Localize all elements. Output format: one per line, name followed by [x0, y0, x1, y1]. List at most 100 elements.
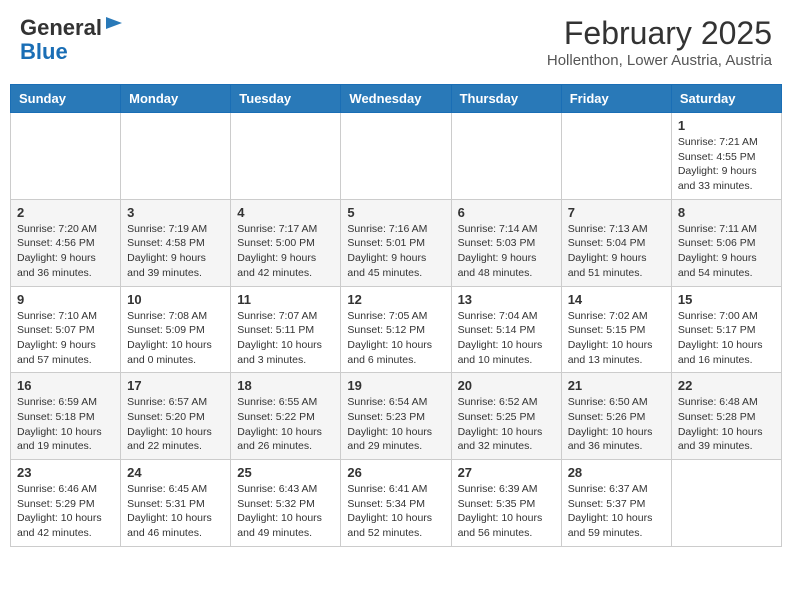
day-number: 19: [347, 378, 444, 393]
calendar-cell: 21 Sunrise: 6:50 AM Sunset: 5:26 PM Dayli…: [561, 373, 671, 460]
day-info: Sunrise: 6:39 AM Sunset: 5:35 PM Dayligh…: [458, 482, 555, 541]
calendar-cell: 1 Sunrise: 7:21 AM Sunset: 4:55 PM Daylig…: [671, 113, 781, 200]
day-number: 17: [127, 378, 224, 393]
day-info: Sunrise: 6:41 AM Sunset: 5:34 PM Dayligh…: [347, 482, 444, 541]
weekday-header-friday: Friday: [561, 85, 671, 113]
day-number: 14: [568, 292, 665, 307]
day-info: Sunrise: 6:54 AM Sunset: 5:23 PM Dayligh…: [347, 395, 444, 454]
logo-blue: Blue: [20, 39, 68, 64]
calendar-week-row: 1 Sunrise: 7:21 AM Sunset: 4:55 PM Daylig…: [11, 113, 782, 200]
calendar-week-row: 9 Sunrise: 7:10 AM Sunset: 5:07 PM Daylig…: [11, 286, 782, 373]
day-info: Sunrise: 6:59 AM Sunset: 5:18 PM Dayligh…: [17, 395, 114, 454]
calendar-cell: 19 Sunrise: 6:54 AM Sunset: 5:23 PM Dayli…: [341, 373, 451, 460]
calendar-cell: [451, 113, 561, 200]
day-number: 2: [17, 205, 114, 220]
day-number: 1: [678, 118, 775, 133]
calendar-cell: 4 Sunrise: 7:17 AM Sunset: 5:00 PM Daylig…: [231, 199, 341, 286]
day-number: 22: [678, 378, 775, 393]
day-number: 3: [127, 205, 224, 220]
day-number: 9: [17, 292, 114, 307]
day-number: 26: [347, 465, 444, 480]
day-number: 20: [458, 378, 555, 393]
calendar-cell: 27 Sunrise: 6:39 AM Sunset: 5:35 PM Dayli…: [451, 460, 561, 547]
calendar-cell: [671, 460, 781, 547]
day-info: Sunrise: 7:05 AM Sunset: 5:12 PM Dayligh…: [347, 309, 444, 368]
calendar-week-row: 23 Sunrise: 6:46 AM Sunset: 5:29 PM Dayli…: [11, 460, 782, 547]
calendar-cell: 16Sunrise: 6:59 AM Sunset: 5:18 PM Dayli…: [11, 373, 121, 460]
day-number: 8: [678, 205, 775, 220]
calendar-cell: 18Sunrise: 6:55 AM Sunset: 5:22 PM Dayli…: [231, 373, 341, 460]
calendar-week-row: 2 Sunrise: 7:20 AM Sunset: 4:56 PM Daylig…: [11, 199, 782, 286]
calendar-cell: 12 Sunrise: 7:05 AM Sunset: 5:12 PM Dayli…: [341, 286, 451, 373]
day-info: Sunrise: 7:19 AM Sunset: 4:58 PM Dayligh…: [127, 222, 224, 281]
day-info: Sunrise: 6:55 AM Sunset: 5:22 PM Dayligh…: [237, 395, 334, 454]
day-number: 25: [237, 465, 334, 480]
day-info: Sunrise: 7:08 AM Sunset: 5:09 PM Dayligh…: [127, 309, 224, 368]
calendar-cell: 26 Sunrise: 6:41 AM Sunset: 5:34 PM Dayli…: [341, 460, 451, 547]
day-number: 5: [347, 205, 444, 220]
day-info: Sunrise: 6:43 AM Sunset: 5:32 PM Dayligh…: [237, 482, 334, 541]
weekday-header-sunday: Sunday: [11, 85, 121, 113]
calendar-cell: 9 Sunrise: 7:10 AM Sunset: 5:07 PM Daylig…: [11, 286, 121, 373]
day-number: 27: [458, 465, 555, 480]
day-number: 24: [127, 465, 224, 480]
day-number: 23: [17, 465, 114, 480]
day-number: 6: [458, 205, 555, 220]
calendar-cell: 13 Sunrise: 7:04 AM Sunset: 5:14 PM Dayli…: [451, 286, 561, 373]
calendar-cell: 14 Sunrise: 7:02 AM Sunset: 5:15 PM Dayli…: [561, 286, 671, 373]
weekday-header-row: SundayMondayTuesdayWednesdayThursdayFrid…: [11, 85, 782, 113]
calendar-cell: 2 Sunrise: 7:20 AM Sunset: 4:56 PM Daylig…: [11, 199, 121, 286]
day-info: Sunrise: 7:11 AM Sunset: 5:06 PM Dayligh…: [678, 222, 775, 281]
day-info: Sunrise: 7:20 AM Sunset: 4:56 PM Dayligh…: [17, 222, 114, 281]
calendar-cell: 3 Sunrise: 7:19 AM Sunset: 4:58 PM Daylig…: [121, 199, 231, 286]
day-number: 7: [568, 205, 665, 220]
day-number: 10: [127, 292, 224, 307]
calendar-cell: 15 Sunrise: 7:00 AM Sunset: 5:17 PM Dayli…: [671, 286, 781, 373]
day-info: Sunrise: 7:16 AM Sunset: 5:01 PM Dayligh…: [347, 222, 444, 281]
day-info: Sunrise: 7:07 AM Sunset: 5:11 PM Dayligh…: [237, 309, 334, 368]
calendar-cell: [561, 113, 671, 200]
day-number: 12: [347, 292, 444, 307]
month-title: February 2025: [547, 15, 772, 52]
calendar-cell: [341, 113, 451, 200]
page-header: General Blue February 2025 Hollenthon, L…: [10, 10, 782, 74]
logo: General Blue: [20, 15, 124, 64]
weekday-header-wednesday: Wednesday: [341, 85, 451, 113]
day-number: 21: [568, 378, 665, 393]
day-info: Sunrise: 6:50 AM Sunset: 5:26 PM Dayligh…: [568, 395, 665, 454]
calendar-cell: 6 Sunrise: 7:14 AM Sunset: 5:03 PM Daylig…: [451, 199, 561, 286]
calendar-cell: [121, 113, 231, 200]
location: Hollenthon, Lower Austria, Austria: [547, 52, 772, 69]
day-info: Sunrise: 7:10 AM Sunset: 5:07 PM Dayligh…: [17, 309, 114, 368]
calendar-cell: [231, 113, 341, 200]
title-area: February 2025 Hollenthon, Lower Austria,…: [547, 15, 772, 69]
logo-flag-icon: [104, 15, 124, 35]
day-info: Sunrise: 7:02 AM Sunset: 5:15 PM Dayligh…: [568, 309, 665, 368]
day-number: 4: [237, 205, 334, 220]
weekday-header-thursday: Thursday: [451, 85, 561, 113]
day-info: Sunrise: 6:52 AM Sunset: 5:25 PM Dayligh…: [458, 395, 555, 454]
day-info: Sunrise: 7:13 AM Sunset: 5:04 PM Dayligh…: [568, 222, 665, 281]
day-info: Sunrise: 7:00 AM Sunset: 5:17 PM Dayligh…: [678, 309, 775, 368]
day-number: 28: [568, 465, 665, 480]
calendar-cell: 5 Sunrise: 7:16 AM Sunset: 5:01 PM Daylig…: [341, 199, 451, 286]
day-number: 15: [678, 292, 775, 307]
calendar-table: SundayMondayTuesdayWednesdayThursdayFrid…: [10, 84, 782, 547]
logo-general: General: [20, 15, 102, 40]
day-number: 13: [458, 292, 555, 307]
day-info: Sunrise: 7:04 AM Sunset: 5:14 PM Dayligh…: [458, 309, 555, 368]
calendar-cell: 24Sunrise: 6:45 AM Sunset: 5:31 PM Dayli…: [121, 460, 231, 547]
day-info: Sunrise: 7:21 AM Sunset: 4:55 PM Dayligh…: [678, 135, 775, 194]
calendar-cell: 10 Sunrise: 7:08 AM Sunset: 5:09 PM Dayli…: [121, 286, 231, 373]
calendar-cell: 28 Sunrise: 6:37 AM Sunset: 5:37 PM Dayli…: [561, 460, 671, 547]
day-info: Sunrise: 6:37 AM Sunset: 5:37 PM Dayligh…: [568, 482, 665, 541]
day-info: Sunrise: 6:46 AM Sunset: 5:29 PM Dayligh…: [17, 482, 114, 541]
day-info: Sunrise: 6:48 AM Sunset: 5:28 PM Dayligh…: [678, 395, 775, 454]
calendar-cell: 11Sunrise: 7:07 AM Sunset: 5:11 PM Dayli…: [231, 286, 341, 373]
calendar-cell: [11, 113, 121, 200]
calendar-cell: 20 Sunrise: 6:52 AM Sunset: 5:25 PM Dayli…: [451, 373, 561, 460]
calendar-cell: 22 Sunrise: 6:48 AM Sunset: 5:28 PM Dayli…: [671, 373, 781, 460]
day-info: Sunrise: 7:14 AM Sunset: 5:03 PM Dayligh…: [458, 222, 555, 281]
weekday-header-tuesday: Tuesday: [231, 85, 341, 113]
day-info: Sunrise: 7:17 AM Sunset: 5:00 PM Dayligh…: [237, 222, 334, 281]
